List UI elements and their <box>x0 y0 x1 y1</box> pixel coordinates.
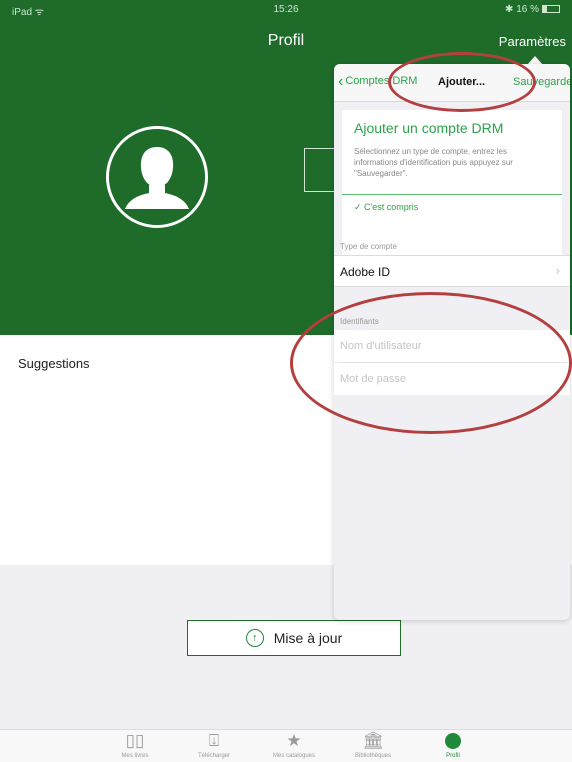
tab-bibliotheques[interactable]: 🏛 Bibliothèques <box>338 730 408 759</box>
info-text: Sélectionnez un type de compte, entrez l… <box>354 147 513 178</box>
tab-telecharger[interactable]: ⍗ Télécharger <box>179 730 249 759</box>
profile-icon <box>445 733 461 749</box>
tab-mes-catalogues[interactable]: ★ Mes catalogues <box>259 730 329 759</box>
star-icon: ★ <box>286 731 302 750</box>
tab-label: Profil <box>446 753 460 759</box>
update-button[interactable]: ↑ Mise à jour <box>187 620 401 656</box>
books-icon: ▯▯ <box>125 731 145 750</box>
account-type-cell[interactable]: Adobe ID › <box>334 255 570 287</box>
annotation-ellipse-credentials <box>290 292 572 434</box>
battery-label: ✱ 16 % <box>505 4 539 15</box>
suggestions-heading: Suggestions <box>18 356 90 371</box>
tab-bar: ▯▯ Mes livres ⍗ Télécharger ★ Mes catalo… <box>0 729 572 762</box>
arrow-up-icon: ↑ <box>245 629 264 647</box>
annotation-ellipse-title <box>388 52 536 112</box>
chevron-left-icon: ‹ <box>338 73 344 90</box>
library-icon: 🏛 <box>362 731 384 750</box>
battery-status: ✱ 16 % <box>505 4 560 15</box>
download-icon: ⍗ <box>208 731 220 750</box>
status-bar: iPad ᯤ 15:26 ✱ 16 % <box>0 0 572 20</box>
status-time: 15:26 <box>273 4 299 15</box>
tab-profil[interactable]: Profil <box>418 730 488 759</box>
account-type-section-label: Type de compte <box>340 242 397 251</box>
avatar[interactable] <box>106 126 208 228</box>
settings-button[interactable]: Paramètres <box>499 34 566 49</box>
tab-label: Télécharger <box>197 753 230 759</box>
divider <box>342 194 562 195</box>
battery-icon <box>542 5 560 14</box>
tab-mes-livres[interactable]: ▯▯ Mes livres <box>100 730 170 759</box>
tab-label: Bibliothèques <box>354 753 392 759</box>
update-button-label: Mise à jour <box>273 630 343 646</box>
page-title: Profil <box>267 32 305 49</box>
got-it-button[interactable]: ✓ C'est compris <box>354 202 418 213</box>
info-title: Ajouter un compte DRM <box>354 120 504 136</box>
account-type-value: Adobe ID <box>340 265 391 279</box>
user-silhouette-icon <box>109 129 205 225</box>
tab-label: Mes livres <box>121 753 149 759</box>
chevron-right-icon: › <box>555 263 560 278</box>
tab-label: Mes catalogues <box>272 753 316 759</box>
